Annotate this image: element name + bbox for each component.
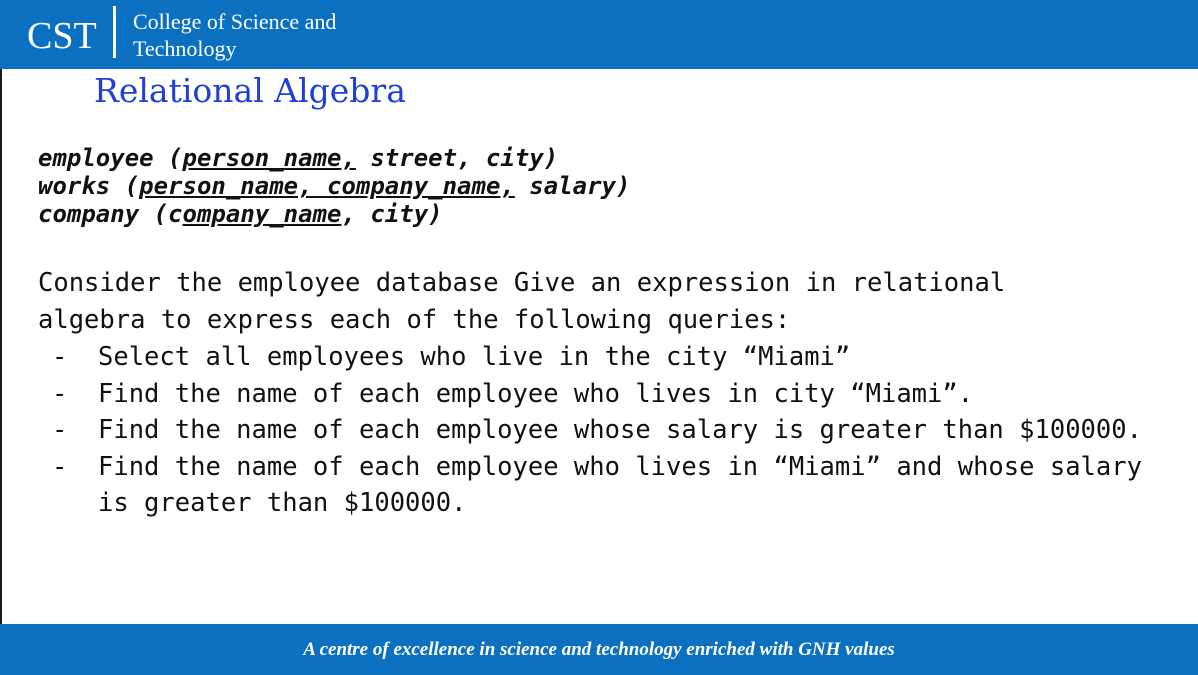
relation-name: works: [38, 172, 111, 200]
query-text: Select all employees who live in the cit…: [98, 342, 851, 372]
list-item: - Find the name of each employee who live…: [38, 449, 1168, 522]
schema-works: works (person_name, company_name, salary…: [38, 172, 630, 200]
bullet-dash: -: [52, 415, 68, 445]
primary-key: person_name,: [182, 144, 356, 172]
header-bar: CST College of Science and Technology: [0, 0, 1198, 69]
logo-divider: [113, 6, 116, 58]
paren-open: (: [153, 144, 183, 172]
footer-bar: A centre of excellence in science and te…: [0, 624, 1198, 675]
schema-block: employee (person_name, street, city) wor…: [38, 144, 630, 228]
query-text: Find the name of each employee who lives…: [98, 378, 974, 409]
cst-logo: CST: [27, 15, 97, 57]
question-intro: Consider the employee database Give an e…: [38, 265, 1168, 339]
relation-name: employee: [38, 144, 154, 172]
primary-key: company_name,: [327, 172, 515, 200]
list-item: - Find the name of each employee who live…: [38, 376, 1168, 413]
intro-line2: algebra to express each of the following…: [38, 305, 791, 335]
list-item: - Find the name of each employee whose sa…: [38, 412, 1168, 449]
primary-key: person_name,: [139, 172, 313, 200]
query-text: Find the name of each employee who lives…: [98, 451, 1142, 519]
attributes: salary): [514, 172, 631, 200]
list-item: - Select all employees who live in the ci…: [38, 339, 1168, 376]
bullet-dash: -: [52, 342, 68, 372]
query-list: - Select all employees who live in the ci…: [38, 339, 1168, 522]
primary-key: ompany_name: [182, 200, 342, 228]
college-name-line2: Technology: [133, 36, 237, 61]
paren-open: (c: [139, 200, 183, 228]
bullet-dash: -: [52, 451, 68, 482]
attributes: street, city): [355, 144, 559, 172]
bullet-dash: -: [52, 378, 68, 409]
relation-name: company: [38, 200, 140, 228]
schema-company: company (company_name, city): [38, 200, 630, 228]
intro-line1: Consider the employee database Give an e…: [38, 268, 1006, 298]
left-border: [0, 0, 2, 675]
slide-title: Relational Algebra: [94, 71, 406, 110]
college-name-line1: College of Science and: [133, 9, 337, 34]
paren-open: (: [110, 172, 140, 200]
schema-employee: employee (person_name, street, city): [38, 144, 630, 172]
college-name: College of Science and Technology: [133, 8, 373, 62]
query-text: Find the name of each employee whose sal…: [98, 415, 1142, 445]
attributes: , city): [341, 200, 443, 228]
footer-tagline: A centre of excellence in science and te…: [303, 639, 895, 660]
key-separator: [313, 172, 327, 200]
